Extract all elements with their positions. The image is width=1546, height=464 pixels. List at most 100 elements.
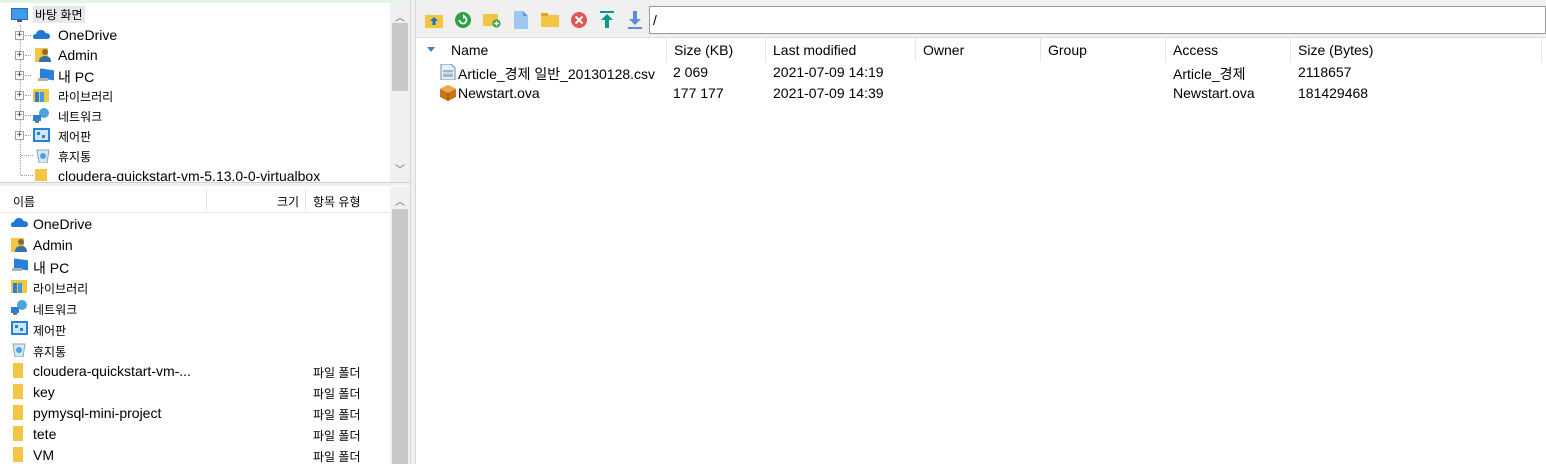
tree-item-cloudera[interactable]: cloudera-quickstart-vm-5.13.0-0-virtualb… <box>0 165 390 181</box>
column-access-header[interactable]: Access <box>1173 42 1218 58</box>
scrollbar-thumb[interactable] <box>392 23 408 91</box>
tree-item-control-panel[interactable]: + 제어판 <box>0 125 390 145</box>
table-row[interactable]: Newstart.ova 177 177 2021-07-09 14:39 Ne… <box>416 83 1546 104</box>
column-divider[interactable] <box>305 189 306 211</box>
list-item[interactable]: 라이브러리 <box>0 276 390 297</box>
scroll-up-icon[interactable]: ︿ <box>390 193 410 208</box>
column-last-modified-header[interactable]: Last modified <box>773 42 856 58</box>
tree-item-library[interactable]: + 라이브러리 <box>0 85 390 105</box>
remote-file-list: Article_경제 일반_20130128.csv 2 069 2021-07… <box>416 62 1546 464</box>
column-divider[interactable] <box>1165 38 1166 62</box>
expand-icon[interactable]: + <box>15 71 24 80</box>
column-size-kb-header[interactable]: Size (KB) <box>674 42 733 58</box>
list-item[interactable]: key 파일 폴더 <box>0 381 390 402</box>
column-name-header[interactable]: 이름 <box>13 193 35 210</box>
list-item[interactable]: 휴지통 <box>0 339 390 360</box>
column-divider[interactable] <box>915 38 916 62</box>
tree-connector <box>21 175 33 176</box>
folder-tree: 바탕 화면 + OneDrive + Admin + 내 PC + 라이브러리 <box>0 3 390 181</box>
tree-item-onedrive[interactable]: + OneDrive <box>0 25 390 45</box>
column-divider[interactable] <box>666 38 667 62</box>
expand-icon[interactable]: + <box>15 91 24 100</box>
item-name: key <box>33 384 55 400</box>
onedrive-cloud-icon <box>11 218 28 227</box>
column-divider[interactable] <box>1290 38 1291 62</box>
column-divider[interactable] <box>1541 38 1542 62</box>
column-group-header[interactable]: Group <box>1048 42 1087 58</box>
delete-button[interactable] <box>569 10 589 30</box>
column-size-bytes-header[interactable]: Size (Bytes) <box>1298 42 1373 58</box>
table-row[interactable]: Article_경제 일반_20130128.csv 2 069 2021-07… <box>416 62 1546 83</box>
scroll-up-icon[interactable]: ︿ <box>390 9 410 24</box>
control-panel-icon <box>11 321 28 335</box>
upload-button[interactable] <box>597 10 617 30</box>
column-divider[interactable] <box>765 38 766 62</box>
file-list-scrollbar[interactable]: ︿ <box>390 187 410 464</box>
column-type-header[interactable]: 항목 유형 <box>313 193 361 210</box>
list-item[interactable]: 내 PC <box>0 255 390 276</box>
onedrive-cloud-icon <box>33 30 50 39</box>
expand-icon[interactable]: + <box>15 51 24 60</box>
list-item[interactable]: 제어판 <box>0 318 390 339</box>
tree-connector <box>25 95 31 96</box>
remote-toolbar <box>416 0 1546 38</box>
control-panel-icon <box>33 128 50 142</box>
list-item[interactable]: OneDrive <box>0 213 390 234</box>
tree-connector <box>21 155 33 156</box>
computer-icon <box>38 68 54 81</box>
column-divider[interactable] <box>206 189 207 211</box>
tree-item-recycle-bin[interactable]: 휴지통 <box>0 145 390 165</box>
list-item[interactable]: Admin <box>0 234 390 255</box>
tree-item-label: cloudera-quickstart-vm-5.13.0-0-virtualb… <box>58 168 321 181</box>
folder-icon <box>13 384 23 399</box>
local-browser-pane: 바탕 화면 + OneDrive + Admin + 내 PC + 라이브러리 <box>0 0 410 464</box>
scrollbar-thumb[interactable] <box>392 209 408 464</box>
parent-directory-button[interactable] <box>424 10 444 30</box>
expand-icon[interactable]: + <box>15 31 24 40</box>
remote-path-input[interactable] <box>649 6 1546 34</box>
column-divider[interactable] <box>1040 38 1041 62</box>
open-folder-button[interactable] <box>540 10 560 30</box>
refresh-icon <box>455 12 471 28</box>
tree-item-desktop[interactable]: 바탕 화면 <box>0 5 390 25</box>
tree-item-label: OneDrive <box>58 27 118 43</box>
item-name: Admin <box>33 237 73 253</box>
list-item[interactable]: tete 파일 폴더 <box>0 423 390 444</box>
tree-item-label: 내 PC <box>58 69 95 85</box>
item-type: 파일 폴더 <box>313 408 361 422</box>
network-icon <box>11 300 27 315</box>
file-last-modified: 2021-07-09 14:39 <box>773 85 884 101</box>
new-file-icon <box>514 11 528 29</box>
file-list-header: 이름 크기 항목 유형 <box>0 187 390 213</box>
horizontal-splitter[interactable] <box>0 182 410 186</box>
tree-scrollbar[interactable]: ︿ ﹀ <box>390 3 410 182</box>
column-size-header[interactable]: 크기 <box>277 193 299 210</box>
column-name-header[interactable]: Name <box>451 42 488 58</box>
tree-item-network[interactable]: + 네트워크 <box>0 105 390 125</box>
expand-icon[interactable]: + <box>15 131 24 140</box>
file-last-modified: 2021-07-09 14:19 <box>773 64 884 80</box>
library-icon <box>11 280 27 293</box>
tree-item-label: 바탕 화면 <box>33 6 85 23</box>
folder-icon <box>13 405 23 420</box>
upload-icon <box>600 11 614 28</box>
list-item[interactable]: cloudera-quickstart-vm-... 파일 폴더 <box>0 360 390 381</box>
download-button[interactable] <box>625 10 645 30</box>
tree-item-this-pc[interactable]: + 내 PC <box>0 65 390 85</box>
refresh-button[interactable] <box>453 10 473 30</box>
tree-item-label: 휴지통 <box>58 150 92 164</box>
scroll-down-icon[interactable]: ﹀ <box>390 161 410 176</box>
item-name: 휴지통 <box>33 345 67 359</box>
column-owner-header[interactable]: Owner <box>923 42 964 58</box>
list-item[interactable]: 네트워크 <box>0 297 390 318</box>
new-folder-button[interactable] <box>482 10 502 30</box>
tree-item-admin[interactable]: + Admin <box>0 45 390 65</box>
new-file-button[interactable] <box>511 10 531 30</box>
list-item[interactable]: VM 파일 폴더 <box>0 444 390 464</box>
expand-icon[interactable]: + <box>15 111 24 120</box>
user-folder-icon <box>11 238 27 252</box>
user-folder-icon <box>35 48 51 62</box>
sort-ascending-icon[interactable] <box>427 47 435 53</box>
list-item[interactable]: pymysql-mini-project 파일 폴더 <box>0 402 390 423</box>
ova-package-icon <box>440 85 456 101</box>
